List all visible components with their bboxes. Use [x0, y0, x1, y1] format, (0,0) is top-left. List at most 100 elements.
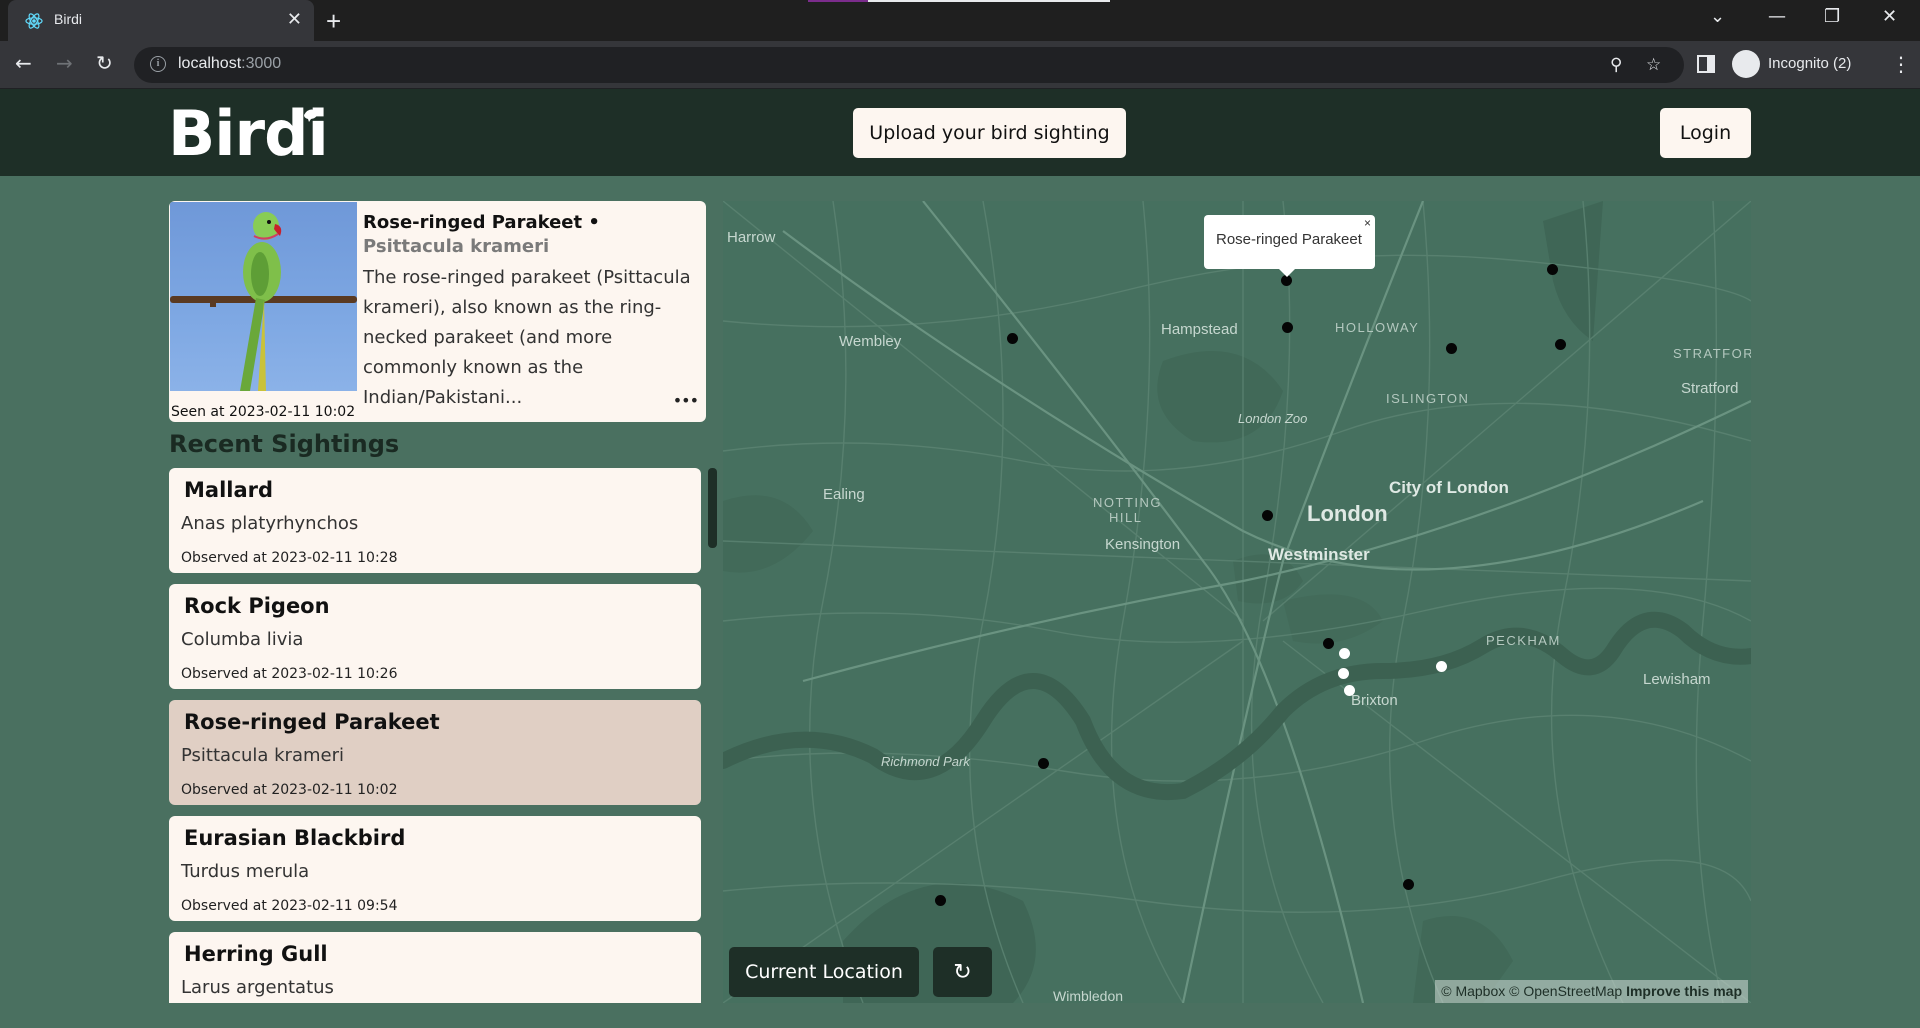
name-separator: • — [582, 212, 600, 233]
react-icon — [25, 13, 43, 29]
featured-common-name: Rose-ringed Parakeet — [363, 212, 583, 233]
sighting-marker[interactable] — [1323, 638, 1334, 649]
map-label-hill: HILL — [1109, 510, 1143, 525]
tab-strip-highlight — [808, 0, 868, 2]
map-label-stratford: Stratford — [1681, 380, 1739, 397]
map-label-kensington: Kensington — [1105, 536, 1181, 553]
map-label-london: London — [1307, 501, 1388, 526]
sighting-observed-time: Observed at 2023-02-11 09:54 — [181, 898, 398, 914]
sighting-marker-white[interactable] — [1339, 648, 1350, 659]
attribution-text[interactable]: © Mapbox © OpenStreetMap — [1441, 983, 1622, 999]
tab-strip-highlight-2 — [868, 0, 1110, 2]
bird-photo — [170, 202, 357, 391]
sighting-common-name: Rock Pigeon — [184, 594, 330, 618]
featured-bird-name: Rose-ringed Parakeet • Psittacula kramer… — [363, 211, 703, 259]
map-label-notting: NOTTING — [1093, 495, 1162, 510]
map-attribution: © Mapbox © OpenStreetMap Improve this ma… — [1435, 980, 1748, 1003]
featured-description: The rose-ringed parakeet (Psittacula kra… — [363, 267, 691, 408]
map-label-richmond-park: Richmond Park — [881, 754, 970, 769]
refresh-icon: ↻ — [953, 959, 972, 984]
recent-sightings-list[interactable]: Mallard Anas platyrhynchos Observed at 2… — [169, 468, 719, 1003]
sighting-common-name: Mallard — [184, 478, 274, 502]
map-label-holloway: HOLLOWAY — [1335, 320, 1420, 335]
sighting-marker[interactable] — [1446, 343, 1457, 354]
sighting-marker[interactable] — [1403, 879, 1414, 890]
sighting-marker[interactable] — [1007, 333, 1018, 344]
star-icon[interactable]: ☆ — [1646, 55, 1661, 75]
browser-toolbar: ← → ↻ i localhost:3000 ⚲ ☆ — [0, 41, 1920, 89]
browser-tab[interactable]: Birdi ✕ — [8, 0, 314, 41]
map-label-westminster: Westminster — [1268, 545, 1370, 564]
url-text: localhost:3000 — [178, 55, 281, 73]
window-close-icon[interactable]: ✕ — [1882, 6, 1897, 27]
popup-text: Rose-ringed Parakeet — [1216, 231, 1362, 248]
sighting-scientific-name: Larus argentatus — [181, 977, 334, 998]
sighting-marker-white[interactable] — [1344, 685, 1355, 696]
map-label-brixton: Brixton — [1351, 692, 1398, 709]
browser-tab-bar: Birdi ✕ + ⌄ — ❐ ✕ — [0, 0, 1920, 41]
reload-icon[interactable]: ↻ — [96, 51, 113, 75]
map-label-london-zoo: London Zoo — [1238, 411, 1308, 426]
map-label-peckham: PECKHAM — [1486, 633, 1561, 648]
upload-sighting-button[interactable]: Upload your bird sighting — [853, 108, 1126, 158]
map-label-city-of-london: City of London — [1389, 478, 1509, 497]
sighting-scientific-name: Psittacula krameri — [181, 745, 344, 766]
sighting-item-selected[interactable]: Rose-ringed Parakeet Psittacula krameri … — [169, 700, 701, 805]
recent-sightings-heading: Recent Sightings — [169, 430, 400, 458]
sighting-marker[interactable] — [1555, 339, 1566, 350]
parakeet-illustration — [170, 212, 357, 391]
map-label-stratford-caps: STRATFOR — [1673, 346, 1751, 361]
address-bar[interactable]: i localhost:3000 ⚲ ☆ — [134, 47, 1684, 83]
improve-map-link[interactable]: Improve this map — [1626, 983, 1742, 999]
sighting-item[interactable]: Herring Gull Larus argentatus — [169, 932, 701, 1003]
tab-close-icon[interactable]: ✕ — [287, 9, 302, 30]
minimize-icon[interactable]: — — [1768, 6, 1786, 27]
sighting-marker[interactable] — [1282, 322, 1293, 333]
map-label-hampstead: Hampstead — [1161, 321, 1238, 338]
incognito-label: Incognito (2) — [1768, 55, 1852, 72]
map-label-wimbledon: Wimbledon — [1053, 988, 1124, 1003]
tab-search-icon[interactable]: ⌄ — [1710, 6, 1725, 27]
map-label-lewisham: Lewisham — [1643, 671, 1711, 688]
kebab-menu-icon[interactable]: ⋮ — [1891, 52, 1911, 76]
sighting-item[interactable]: Mallard Anas platyrhynchos Observed at 2… — [169, 468, 701, 573]
popup-close-icon[interactable]: × — [1364, 216, 1371, 230]
more-options-icon[interactable]: ••• — [673, 391, 699, 410]
current-location-button[interactable]: Current Location — [729, 947, 919, 997]
url-port: :3000 — [241, 55, 282, 72]
sighting-common-name: Herring Gull — [184, 942, 328, 966]
map-label-harrow: Harrow — [727, 229, 776, 246]
sighting-item[interactable]: Rock Pigeon Columba livia Observed at 20… — [169, 584, 701, 689]
sighting-scientific-name: Anas platyrhynchos — [181, 513, 359, 534]
sighting-marker[interactable] — [1262, 510, 1273, 521]
sighting-observed-time: Observed at 2023-02-11 10:26 — [181, 666, 398, 682]
list-scrollbar[interactable] — [708, 468, 717, 548]
restore-icon[interactable]: ❐ — [1824, 6, 1840, 27]
sighting-marker-white[interactable] — [1338, 668, 1349, 679]
featured-sighting-card[interactable]: Rose-ringed Parakeet • Psittacula kramer… — [169, 201, 706, 422]
sighting-marker[interactable] — [1547, 264, 1558, 275]
forward-arrow-icon[interactable]: → — [56, 51, 73, 75]
sighting-common-name: Rose-ringed Parakeet — [184, 710, 440, 734]
sightings-map[interactable]: Harrow Wembley Hampstead HOLLOWAY STRATF… — [723, 201, 1751, 1003]
map-label-islington: ISLINGTON — [1386, 391, 1470, 406]
sighting-marker-white[interactable] — [1436, 661, 1447, 672]
refresh-button[interactable]: ↻ — [933, 947, 992, 997]
map-label-wembley: Wembley — [839, 333, 902, 350]
map-label-ealing: Ealing — [823, 486, 865, 503]
sighting-marker[interactable] — [1038, 758, 1049, 769]
sighting-marker[interactable] — [935, 895, 946, 906]
featured-seen-time: Seen at 2023-02-11 10:02 — [171, 404, 356, 420]
side-panel-icon[interactable] — [1697, 55, 1715, 73]
sighting-item[interactable]: Eurasian Blackbird Turdus merula Observe… — [169, 816, 701, 921]
sighting-observed-time: Observed at 2023-02-11 10:02 — [181, 782, 398, 798]
sighting-scientific-name: Columba livia — [181, 629, 304, 650]
tab-title: Birdi — [54, 11, 83, 27]
site-info-icon[interactable]: i — [150, 56, 166, 72]
back-arrow-icon[interactable]: ← — [15, 51, 32, 75]
new-tab-icon[interactable]: + — [326, 6, 341, 37]
map-popup: Rose-ringed Parakeet × — [1204, 215, 1375, 277]
login-button[interactable]: Login — [1660, 108, 1751, 158]
location-pin-icon[interactable]: ⚲ — [1610, 55, 1622, 75]
incognito-icon — [1732, 50, 1760, 78]
